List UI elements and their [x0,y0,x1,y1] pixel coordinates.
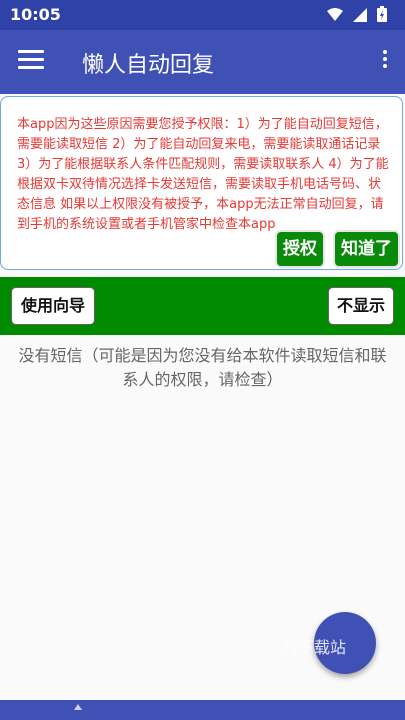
status-bar: 10:05 [0,0,405,30]
status-time: 10:05 [10,5,61,24]
usage-guide-button[interactable]: 使用向导 [11,287,95,325]
permission-notice-text: 本app因为这些原因需要您授予权限：1）为了能自动回复短信，需要能读取短信 2）… [17,117,389,232]
status-icons [327,6,387,26]
hide-button[interactable]: 不显示 [328,287,394,325]
up-arrow-icon [74,704,82,710]
signal-icon [353,7,367,26]
hamburger-menu-icon[interactable] [18,50,44,70]
app-title: 懒人自动回复 [82,53,215,78]
grant-permission-button[interactable]: 授权 [275,230,325,268]
bottom-bar [0,700,405,720]
app-bar: 懒人自动回复 [0,30,405,94]
battery-icon [377,6,387,26]
empty-sms-message: 没有短信（可能是因为您没有给本软件读取短信和联系人的权限，请检查） [18,346,387,389]
watermark-text: 当下载站 [282,638,347,657]
guide-bar: 使用向导 不显示 [0,277,405,335]
acknowledge-button[interactable]: 知道了 [333,230,400,268]
wifi-icon [327,7,343,26]
more-vert-icon[interactable] [379,50,391,74]
